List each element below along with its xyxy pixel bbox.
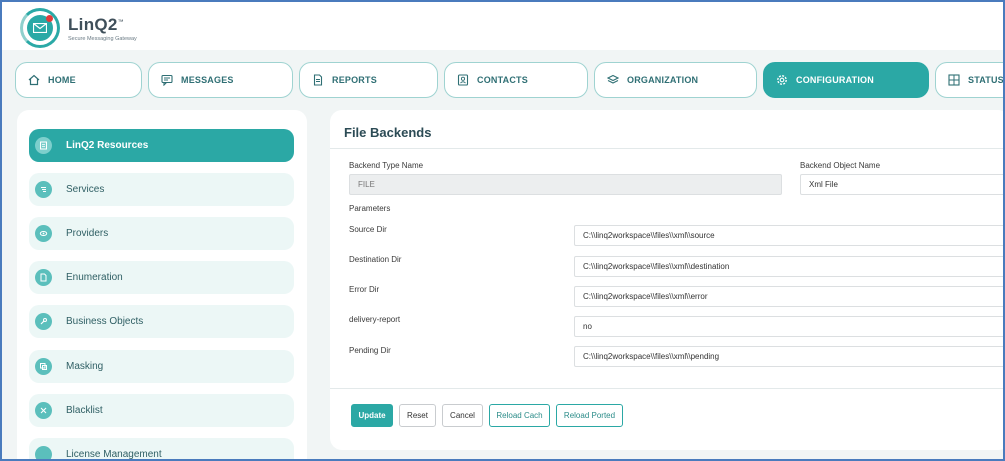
parameters-label: Parameters: [349, 204, 391, 213]
backend-type-label: Backend Type Name: [349, 161, 424, 170]
gear-icon: [777, 75, 787, 85]
brand-logo[interactable]: LinQ2™ Secure Messaging Gateway: [20, 8, 137, 48]
param-label-destination-dir: Destination Dir: [349, 255, 402, 264]
tab-label: REPORTS: [332, 75, 377, 85]
param-label-pending-dir: Pending Dir: [349, 346, 391, 355]
tab-messages[interactable]: MESSAGES: [148, 62, 293, 98]
app-header: LinQ2™ Secure Messaging Gateway: [2, 2, 1003, 50]
grid-icon: [948, 74, 960, 86]
providers-icon: [35, 225, 52, 242]
sidebar-item-linq2-resources[interactable]: LinQ2 Resources: [29, 129, 294, 162]
sidebar-item-services[interactable]: Services: [29, 173, 294, 206]
envelope-icon: [33, 23, 47, 33]
backend-type-field: FILE: [349, 174, 782, 195]
resources-icon: [35, 137, 52, 154]
main-nav: HOME MESSAGES REPORTS CONTACTS ORGANIZAT…: [2, 62, 1003, 100]
tab-contacts[interactable]: CONTACTS: [444, 62, 588, 98]
sidebar-item-business-objects[interactable]: Business Objects: [29, 305, 294, 338]
tab-configuration[interactable]: CONFIGURATION: [763, 62, 929, 98]
sidebar-item-label: Business Objects: [66, 316, 144, 327]
wrench-icon: [35, 313, 52, 330]
sidebar-item-label: LinQ2 Resources: [66, 140, 149, 151]
error-dir-input[interactable]: C:\\linq2workspace\\files\\xml\\error: [574, 286, 1003, 307]
contacts-icon: [457, 74, 469, 86]
license-icon: [35, 446, 52, 459]
sidebar-item-enumeration[interactable]: Enumeration: [29, 261, 294, 294]
footer-divider: [330, 388, 1003, 389]
sidebar-item-masking[interactable]: Masking: [29, 350, 294, 383]
app-frame: LinQ2™ Secure Messaging Gateway HOME MES…: [0, 0, 1005, 461]
sidebar-item-providers[interactable]: Providers: [29, 217, 294, 250]
brand-tagline: Secure Messaging Gateway: [68, 35, 137, 42]
sidebar-item-label: Blacklist: [66, 405, 103, 416]
sidebar-item-label: Masking: [66, 361, 104, 372]
pending-dir-input[interactable]: C:\\linq2workspace\\files\\xml\\pending: [574, 346, 1003, 367]
block-icon: [35, 402, 52, 419]
services-icon: [35, 181, 52, 198]
reload-cache-button[interactable]: Reload Cach: [489, 404, 550, 427]
param-label-delivery-report: delivery-report: [349, 315, 401, 324]
sidebar-item-blacklist[interactable]: Blacklist: [29, 394, 294, 427]
tab-label: HOME: [48, 75, 76, 85]
layers-icon: [607, 74, 619, 84]
messages-icon: [161, 74, 173, 86]
backend-object-field[interactable]: Xml File: [800, 174, 1003, 195]
reload-ported-button[interactable]: Reload Ported: [556, 404, 623, 427]
copy-icon: [35, 358, 52, 375]
sidebar-item-label: License Management: [66, 449, 162, 460]
brand-name: LinQ2: [68, 14, 118, 34]
reset-button[interactable]: Reset: [399, 404, 436, 427]
title-divider: [330, 148, 1003, 149]
sidebar-item-label: Services: [66, 184, 105, 195]
tab-label: MESSAGES: [181, 75, 234, 85]
document-icon: [35, 269, 52, 286]
notification-dot: [46, 15, 53, 22]
update-button[interactable]: Update: [351, 404, 393, 427]
logo-mark: [20, 8, 60, 48]
backend-object-label: Backend Object Name: [800, 161, 881, 170]
tab-label: CONTACTS: [477, 75, 528, 85]
tab-home[interactable]: HOME: [15, 62, 142, 98]
cancel-button[interactable]: Cancel: [442, 404, 483, 427]
tab-label: ORGANIZATION: [627, 75, 699, 85]
delivery-report-input[interactable]: no: [574, 316, 1003, 337]
tab-label: CONFIGURATION: [796, 75, 874, 85]
tab-label: STATUS M: [968, 75, 1004, 85]
param-label-source-dir: Source Dir: [349, 225, 387, 234]
tab-reports[interactable]: REPORTS: [299, 62, 438, 98]
sidebar-item-label: Providers: [66, 228, 109, 239]
param-label-error-dir: Error Dir: [349, 285, 380, 294]
sidebar-item-label: Enumeration: [66, 272, 123, 283]
home-icon: [28, 74, 40, 86]
sidebar-item-license-management[interactable]: License Management: [29, 438, 294, 460]
reports-icon: [313, 74, 323, 86]
tab-organization[interactable]: ORGANIZATION: [594, 62, 757, 98]
file-backends-panel: File Backends Backend Type Name FILE Bac…: [330, 110, 1003, 450]
sidebar: LinQ2 Resources Services Providers Enume…: [17, 110, 307, 460]
tab-status[interactable]: STATUS M: [935, 62, 1004, 98]
source-dir-input[interactable]: C:\\linq2workspace\\files\\xml\\source: [574, 225, 1003, 246]
page-title: File Backends: [344, 125, 432, 140]
brand-trademark: ™: [117, 18, 124, 25]
destination-dir-input[interactable]: C:\\linq2workspace\\files\\xml\\destinat…: [574, 256, 1003, 277]
